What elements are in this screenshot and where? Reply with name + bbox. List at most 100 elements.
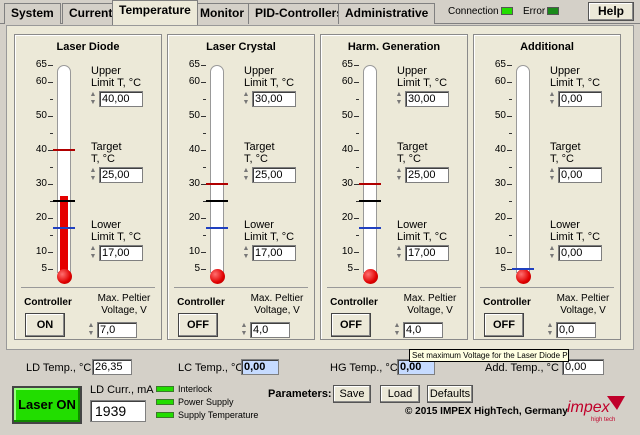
laser-on-button[interactable]: Laser ON (12, 386, 82, 424)
tab-system[interactable]: System (4, 3, 61, 24)
tab-monitor[interactable]: Monitor (193, 3, 251, 24)
scale-tick-label: 20 (35, 212, 47, 223)
upper-limit-input[interactable]: 30,00 (252, 91, 296, 107)
thermometer-level (60, 196, 68, 271)
upper-limit-spinner[interactable]: ▲ ▼ (89, 91, 97, 107)
scale-tick-label: 65 (35, 59, 47, 70)
svg-text:impex: impex (567, 399, 611, 416)
scale-tick-label: 40 (188, 144, 200, 155)
upper-limit-label-line2: Limit T, °C (91, 77, 142, 89)
save-button[interactable]: Save (333, 385, 371, 403)
temperature-panel: Laser Crystal 65 60 50 40 30 20 10 5 Upper Limit T… (167, 34, 315, 340)
scale-tick-label: 20 (494, 212, 506, 223)
target-temp-spinner[interactable]: ▲ ▼ (89, 167, 97, 183)
scale-tick (48, 82, 53, 83)
lower-limit-input[interactable]: 0,00 (558, 245, 602, 261)
max-peltier-spinner[interactable]: ▲ ▼ (87, 322, 95, 338)
upper-limit-label-line2: Limit T, °C (550, 77, 601, 89)
upper-limit-input[interactable]: 30,00 (405, 91, 449, 107)
lower-limit-input[interactable]: 17,00 (252, 245, 296, 261)
scale-tick (356, 133, 359, 134)
max-peltier-input[interactable]: 0,0 (556, 322, 596, 338)
max-peltier-input[interactable]: 4,0 (250, 322, 290, 338)
lower-limit-label-line2: Limit T, °C (91, 231, 142, 243)
upper-limit-input[interactable]: 0,00 (558, 91, 602, 107)
scale-tick (356, 235, 359, 236)
target-temp-spinner[interactable]: ▲ ▼ (242, 167, 250, 183)
target-temp-input[interactable]: 0,00 (558, 167, 602, 183)
scale-tick (509, 235, 512, 236)
scale-tick (48, 65, 53, 66)
panel-divider (327, 287, 461, 288)
upper-limit-label-line2: Limit T, °C (397, 77, 448, 89)
scale-tick (50, 99, 53, 100)
max-peltier-spinner[interactable]: ▲ ▼ (546, 322, 554, 338)
upper-limit-spinner[interactable]: ▲ ▼ (242, 91, 250, 107)
lower-limit-label-line2: Limit T, °C (550, 231, 601, 243)
ld-temp-value: 26,35 (92, 359, 132, 375)
target-temp-spinner[interactable]: ▲ ▼ (395, 167, 403, 183)
target-temp-input[interactable]: 25,00 (405, 167, 449, 183)
lower-limit-spinner[interactable]: ▲ ▼ (89, 245, 97, 261)
panel-title: Laser Diode (56, 41, 120, 53)
scale-tick-label: 10 (341, 246, 353, 257)
controller-toggle-button[interactable]: OFF (178, 313, 218, 337)
help-button[interactable]: Help (588, 2, 634, 21)
scale-tick (48, 269, 53, 270)
scale-tick-label: 30 (188, 178, 200, 189)
max-peltier-input[interactable]: 7,0 (97, 322, 137, 338)
controller-toggle-button[interactable]: ON (25, 313, 65, 337)
target-temp-input[interactable]: 25,00 (99, 167, 143, 183)
scale-tick-label: 10 (35, 246, 47, 257)
tab-current[interactable]: Current (62, 3, 120, 24)
scale-tick (507, 150, 512, 151)
thermometer-tube (210, 65, 224, 273)
upper-limit-input[interactable]: 40,00 (99, 91, 143, 107)
max-peltier-label: Max. Peltier Voltage, V (556, 293, 610, 316)
controller-toggle-button[interactable]: OFF (331, 313, 371, 337)
upper-limit-label-line1: Upper (397, 65, 427, 77)
scale-tick (201, 65, 206, 66)
max-peltier-spinner[interactable]: ▲ ▼ (240, 322, 248, 338)
scale-tick (48, 218, 53, 219)
thermometer-bulb (516, 269, 531, 284)
defaults-button[interactable]: Defaults (427, 385, 473, 403)
target-temp-spinner[interactable]: ▲ ▼ (548, 167, 556, 183)
scale-tick-label: 5 (347, 263, 353, 274)
peltier-tooltip: Set maximum Voltage for the Laser Diode … (409, 349, 569, 362)
scale-tick (356, 167, 359, 168)
scale-tick (356, 99, 359, 100)
scale-tick (354, 218, 359, 219)
interlock-label: Interlock (178, 384, 213, 394)
scale-tick-label: 5 (500, 263, 506, 274)
scale-tick-label: 10 (188, 246, 200, 257)
scale-tick (509, 201, 512, 202)
lower-limit-label-line2: Limit T, °C (397, 231, 448, 243)
lower-limit-spinner[interactable]: ▲ ▼ (395, 245, 403, 261)
upper-limit-spinner[interactable]: ▲ ▼ (395, 91, 403, 107)
max-peltier-spinner[interactable]: ▲ ▼ (393, 322, 401, 338)
thermometer-bulb (210, 269, 225, 284)
controller-toggle-button[interactable]: OFF (484, 313, 524, 337)
lower-limit-spinner[interactable]: ▲ ▼ (242, 245, 250, 261)
scale-tick (201, 252, 206, 253)
temperature-tab-content: Laser Diode 65 60 50 40 30 20 10 5 Upper Limit T, … (6, 25, 634, 362)
upper-limit-label-line2: Limit T, °C (244, 77, 295, 89)
load-button[interactable]: Load (380, 385, 420, 403)
lower-limit-spinner[interactable]: ▲ ▼ (548, 245, 556, 261)
tab-temperature[interactable]: Temperature (112, 0, 198, 25)
max-peltier-input[interactable]: 4,0 (403, 322, 443, 338)
tab-administrative[interactable]: Administrative (338, 3, 436, 24)
upper-limit-spinner[interactable]: ▲ ▼ (548, 91, 556, 107)
target-temp-input[interactable]: 25,00 (252, 167, 296, 183)
power-supply-led (156, 399, 174, 405)
scale-tick (50, 167, 53, 168)
lower-limit-input[interactable]: 17,00 (99, 245, 143, 261)
add-temp-label: Add. Temp., °C (485, 362, 559, 374)
connection-label: Connection (448, 6, 499, 17)
scale-tick-label: 65 (341, 59, 353, 70)
scale-tick (201, 116, 206, 117)
scale-tick-label: 65 (188, 59, 200, 70)
lower-limit-input[interactable]: 17,00 (405, 245, 449, 261)
tab-pid-controllers[interactable]: PID-Controllers (248, 3, 351, 24)
